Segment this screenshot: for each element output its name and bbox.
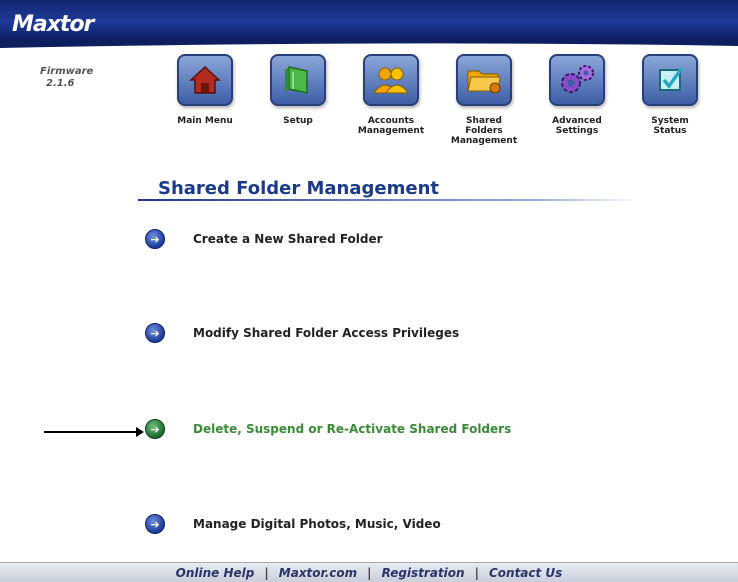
nav-setup-label: Setup: [283, 116, 313, 126]
maxtor-com-link[interactable]: Maxtor.com: [279, 566, 357, 580]
nav-shared-folders[interactable]: Shared Folders Management: [439, 54, 529, 146]
modify-access-privileges-link[interactable]: ➔ Modify Shared Folder Access Privileges: [145, 323, 459, 343]
footer-separator: |: [264, 565, 269, 580]
page-title: Shared Folder Management: [158, 178, 439, 199]
nav-system-status-label: System Status: [651, 116, 689, 136]
nav-advanced-settings-label: Advanced Settings: [552, 116, 602, 136]
contact-us-link[interactable]: Contact Us: [489, 566, 562, 580]
nav-setup[interactable]: Setup: [253, 54, 343, 126]
arrow-right-icon: ➔: [145, 514, 165, 534]
pointer-arrow: [44, 427, 144, 437]
gears-icon: [549, 54, 605, 106]
delete-suspend-reactivate-label: Delete, Suspend or Re-Activate Shared Fo…: [193, 422, 512, 436]
setup-icon: [270, 54, 326, 106]
arrow-right-icon: ➔: [145, 229, 165, 249]
nav-system-status[interactable]: System Status: [625, 54, 715, 136]
nav-accounts[interactable]: Accounts Management: [346, 54, 436, 136]
header-bar: [0, 0, 738, 48]
users-icon: [363, 54, 419, 106]
nav-main-menu-label: Main Menu: [177, 116, 233, 126]
manage-digital-media-link[interactable]: ➔ Manage Digital Photos, Music, Video: [145, 514, 441, 534]
registration-link[interactable]: Registration: [382, 566, 465, 580]
title-divider: [138, 199, 638, 201]
arrow-right-icon: ➔: [145, 419, 165, 439]
nav-accounts-label: Accounts Management: [357, 116, 425, 136]
firmware-version: 2.1.6: [46, 78, 75, 89]
modify-access-privileges-label: Modify Shared Folder Access Privileges: [193, 326, 460, 340]
house-icon: [177, 54, 233, 106]
nav-shared-folders-label: Shared Folders Management: [450, 116, 518, 146]
delete-suspend-reactivate-link[interactable]: ➔ Delete, Suspend or Re-Activate Shared …: [145, 419, 511, 439]
manage-digital-media-label: Manage Digital Photos, Music, Video: [193, 517, 441, 531]
arrow-right-icon: ➔: [145, 323, 165, 343]
footer-separator: |: [474, 565, 479, 580]
online-help-link[interactable]: Online Help: [176, 566, 255, 580]
maxtor-logo: Maxtor: [12, 12, 94, 37]
firmware-info: Firmware 2.1.6: [40, 66, 93, 90]
nav-advanced-settings[interactable]: Advanced Settings: [532, 54, 622, 136]
checkbox-icon: [642, 54, 698, 106]
footer-bar: Online Help | Maxtor.com | Registration …: [0, 562, 738, 582]
footer-separator: |: [367, 565, 372, 580]
header-swoosh: [0, 40, 738, 48]
firmware-label: Firmware: [40, 66, 94, 77]
create-shared-folder-label: Create a New Shared Folder: [193, 232, 383, 246]
create-shared-folder-link[interactable]: ➔ Create a New Shared Folder: [145, 229, 383, 249]
nav-main-menu[interactable]: Main Menu: [160, 54, 250, 126]
shared-folder-icon: [456, 54, 512, 106]
